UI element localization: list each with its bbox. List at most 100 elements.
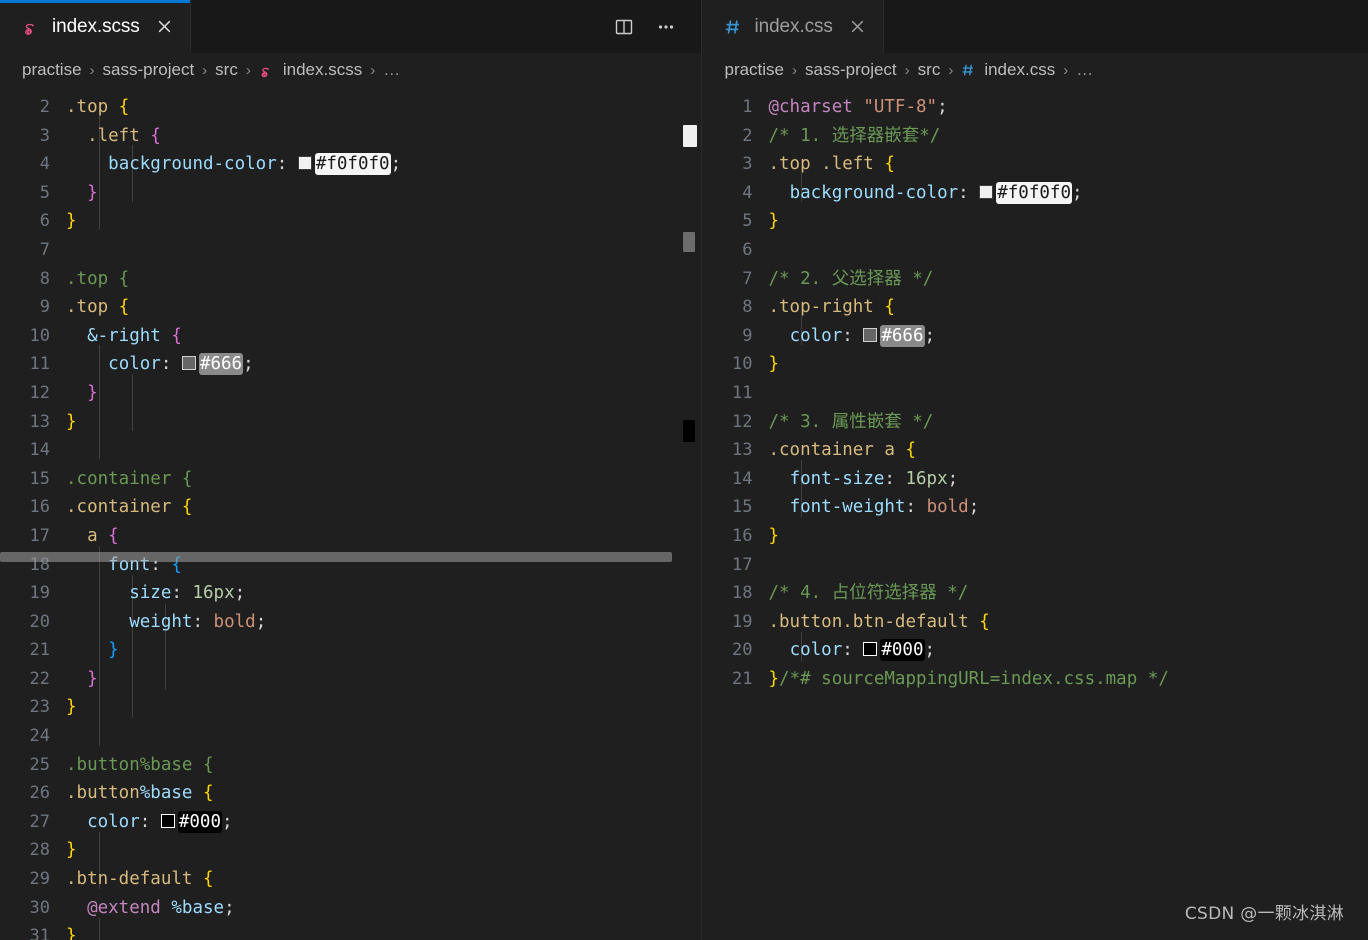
breadcrumb-item[interactable]: …: [383, 60, 400, 80]
code-line[interactable]: @extend %base;: [66, 894, 673, 923]
code-line[interactable]: }/*# sourceMappingURL=index.css.map */: [768, 665, 1340, 694]
code-line[interactable]: [768, 379, 1340, 408]
code-line[interactable]: /* 2. 父选择器 */: [768, 265, 1340, 294]
line-number: 8: [742, 297, 753, 318]
more-actions-icon[interactable]: [653, 14, 679, 40]
code-line[interactable]: }: [66, 179, 673, 208]
code-line[interactable]: .btn-default {: [66, 865, 673, 894]
tab-label: index.scss: [52, 15, 140, 37]
code-line[interactable]: /* 3. 属性嵌套 */: [768, 408, 1340, 437]
line-number: 28: [29, 840, 50, 861]
code-line[interactable]: }: [768, 522, 1340, 551]
code-line[interactable]: }: [66, 408, 673, 437]
line-number: 29: [29, 869, 50, 890]
vertical-scrollbar-right[interactable]: [1354, 87, 1368, 940]
comment-text: .top {: [66, 268, 130, 289]
code-line[interactable]: color: #666;: [768, 322, 1340, 351]
color-swatch[interactable]: [979, 184, 994, 199]
code-line[interactable]: [768, 236, 1340, 265]
code-line[interactable]: .button.btn-default {: [768, 608, 1340, 637]
color-swatch[interactable]: [297, 156, 312, 171]
code-line[interactable]: .container a {: [768, 436, 1340, 465]
breadcrumb-separator-icon: ›: [792, 61, 798, 79]
code-editor-left[interactable]: 2 3 4 5 6 7 8 9 10 11 12 13 14 15 16 17: [0, 87, 702, 940]
code-line[interactable]: .button%base {: [66, 779, 673, 808]
code-line[interactable]: a {: [66, 522, 673, 551]
code-line[interactable]: /* 4. 占位符选择器 */: [768, 579, 1340, 608]
breadcrumb-item[interactable]: src: [215, 60, 238, 80]
code-line[interactable]: }: [768, 207, 1340, 236]
close-icon[interactable]: [847, 16, 869, 38]
line-number: 17: [732, 554, 753, 575]
tab-index-css[interactable]: index.css: [702, 0, 884, 53]
tab-index-scss[interactable]: index.scss: [0, 0, 191, 53]
color-value: #000: [177, 810, 223, 833]
code-line[interactable]: [66, 436, 673, 465]
code-line[interactable]: color: #666;: [66, 350, 673, 379]
code-line[interactable]: .top {: [66, 293, 673, 322]
code-line[interactable]: font-weight: bold;: [768, 493, 1340, 522]
breadcrumb-item[interactable]: practise: [22, 60, 82, 80]
breadcrumb-item[interactable]: practise: [724, 60, 784, 80]
breadcrumb-item[interactable]: sass-project: [103, 60, 195, 80]
breadcrumb-left: practise › sass-project › src › index.sc…: [0, 53, 702, 87]
code-line[interactable]: background-color: #f0f0f0;: [768, 179, 1340, 208]
code-line[interactable]: }: [66, 665, 673, 694]
code-line[interactable]: weight: bold;: [66, 608, 673, 637]
vertical-scrollbar-left[interactable]: [687, 87, 701, 940]
line-number: 10: [29, 325, 50, 346]
code-line[interactable]: }: [768, 350, 1340, 379]
breadcrumb-item[interactable]: sass-project: [805, 60, 897, 80]
color-swatch[interactable]: [181, 356, 196, 371]
code-line[interactable]: .top {: [66, 93, 673, 122]
code-line[interactable]: .container {: [66, 465, 673, 494]
code-line[interactable]: size: 16px;: [66, 579, 673, 608]
color-value: #666: [880, 324, 925, 347]
breadcrumb-item[interactable]: index.css: [984, 60, 1055, 80]
breadcrumb-right: practise › sass-project › src › index.cs…: [702, 53, 1368, 87]
code-editor-right[interactable]: 1 2 3 4 5 6 7 8 9 10 11 12 13 14 15 16 1: [702, 87, 1368, 940]
close-icon[interactable]: [154, 16, 176, 38]
code-line[interactable]: .button%base {: [66, 751, 673, 780]
code-line[interactable]: [66, 236, 673, 265]
color-value: #f0f0f0: [314, 153, 391, 176]
breadcrumb-item[interactable]: index.scss: [283, 60, 362, 80]
code-line[interactable]: &-right {: [66, 322, 673, 351]
color-swatch[interactable]: [160, 813, 175, 828]
comment-text: .container {: [66, 468, 193, 489]
code-line[interactable]: font-size: 16px;: [768, 465, 1340, 494]
breadcrumb-item[interactable]: src: [918, 60, 941, 80]
breadcrumb-separator-icon: ›: [89, 61, 95, 79]
code-line[interactable]: .left {: [66, 122, 673, 151]
line-number: 19: [732, 611, 753, 632]
code-line[interactable]: }: [66, 693, 673, 722]
breadcrumb-separator-icon: ›: [904, 61, 910, 79]
code-line[interactable]: .top .left {: [768, 150, 1340, 179]
code-line[interactable]: color: #000;: [66, 808, 673, 837]
color-swatch[interactable]: [863, 642, 878, 657]
code-line[interactable]: [66, 722, 673, 751]
color-swatch[interactable]: [863, 327, 878, 342]
line-number: 23: [29, 697, 50, 718]
code-line[interactable]: background-color: #f0f0f0;: [66, 150, 673, 179]
code-line[interactable]: }: [66, 207, 673, 236]
horizontal-scrollbar-left[interactable]: [0, 552, 672, 562]
split-editor-icon[interactable]: [611, 14, 637, 40]
code-line[interactable]: }: [66, 836, 673, 865]
code-line[interactable]: }: [66, 379, 673, 408]
code-line[interactable]: color: #000;: [768, 636, 1340, 665]
code-lines-right[interactable]: @charset "UTF-8"; /* 1. 选择器嵌套*/ .top .le…: [768, 87, 1340, 940]
code-line[interactable]: }: [66, 922, 673, 940]
code-line[interactable]: }: [66, 636, 673, 665]
line-number: 21: [732, 668, 753, 689]
code-line[interactable]: .top-right {: [768, 293, 1340, 322]
code-line[interactable]: .container {: [66, 493, 673, 522]
code-line[interactable]: @charset "UTF-8";: [768, 93, 1340, 122]
breadcrumb-item[interactable]: …: [1076, 60, 1093, 80]
line-number: 14: [732, 468, 753, 489]
code-line[interactable]: [768, 551, 1340, 580]
code-line[interactable]: .top {: [66, 265, 673, 294]
code-lines-left[interactable]: .top { .left { background-color: #f0f0f0…: [66, 87, 673, 940]
code-line[interactable]: /* 1. 选择器嵌套*/: [768, 122, 1340, 151]
sass-icon: [259, 62, 276, 79]
